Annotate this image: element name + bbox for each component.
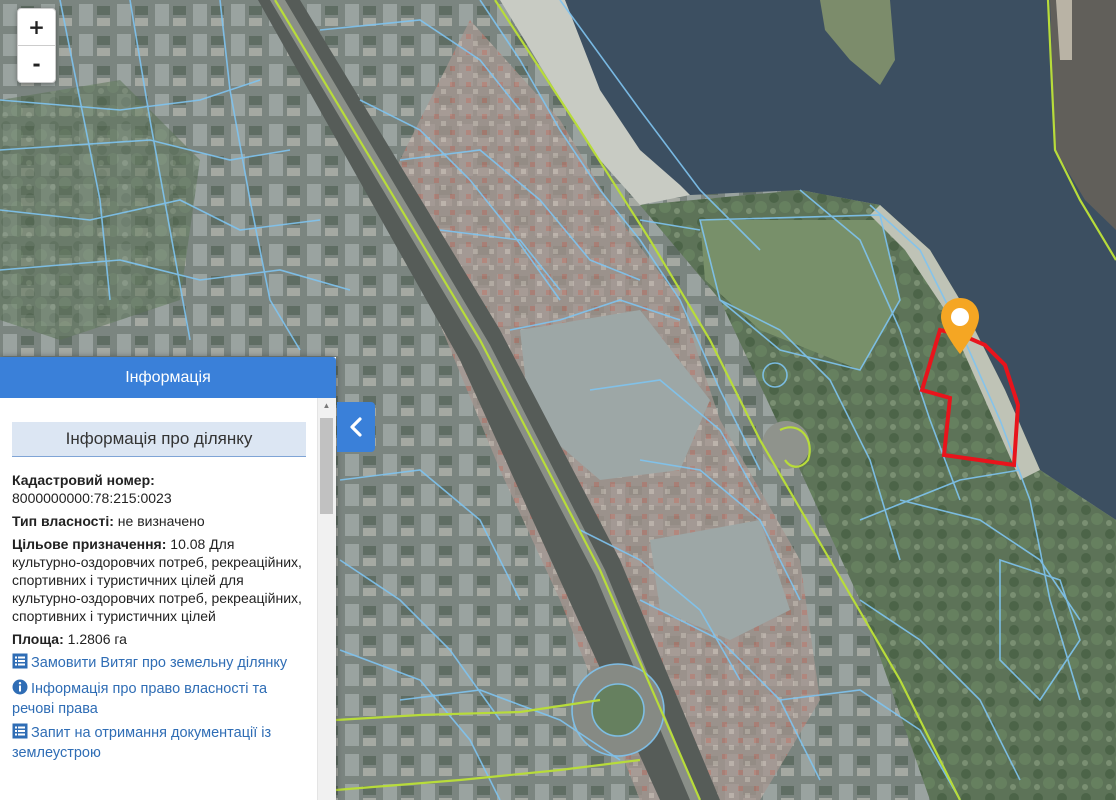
list-icon (12, 723, 28, 744)
purpose-row: Цільове призначення: 10.08 Для культурно… (12, 535, 306, 625)
cadastral-number-value: 8000000000:78:215:0023 (12, 490, 172, 506)
ownership-type-label: Тип власності: (12, 513, 114, 529)
documentation-request-link[interactable]: Запит на отримання документації із земле… (12, 723, 306, 762)
info-panel-header: Інформація (0, 357, 336, 398)
cadastral-number-row: Кадастровий номер: 8000000000:78:215:002… (12, 471, 306, 507)
area-row: Площа: 1.2806 га (12, 630, 306, 648)
zoom-control: + - (17, 8, 56, 83)
documentation-request-link-label: Запит на отримання документації із земле… (12, 725, 272, 761)
list-icon (12, 653, 28, 674)
info-panel: Інформація Інформація про ділянку Кадаст… (0, 357, 336, 800)
order-extract-link-label: Замовити Витяг про земельну ділянку (31, 655, 288, 671)
area-value: 1.2806 га (63, 631, 127, 647)
zoom-in-button[interactable]: + (18, 9, 55, 45)
chevron-left-icon (349, 417, 363, 437)
parcel-section-title: Інформація про ділянку (12, 422, 306, 457)
ownership-rights-link[interactable]: Інформація про право власності та речові… (12, 679, 306, 718)
ownership-type-value: не визначено (113, 513, 205, 529)
cadastral-number-label: Кадастровий номер: (12, 472, 155, 488)
order-extract-link[interactable]: Замовити Витяг про земельну ділянку (12, 653, 306, 674)
ownership-rights-link-label: Інформація про право власності та речові… (12, 681, 268, 717)
info-icon (12, 679, 28, 700)
scroll-up-icon[interactable]: ▲ (318, 398, 335, 414)
zoom-out-button[interactable]: - (18, 45, 55, 82)
collapse-panel-button[interactable] (337, 402, 375, 452)
info-panel-scrollbar[interactable]: ▲ (317, 398, 336, 800)
purpose-label: Цільове призначення: (12, 536, 167, 552)
info-panel-body: Інформація про ділянку Кадастровий номер… (0, 398, 318, 800)
ownership-type-row: Тип власності: не визначено (12, 512, 306, 530)
scroll-thumb[interactable] (320, 418, 333, 514)
location-marker-icon[interactable] (939, 296, 981, 356)
area-label: Площа: (12, 631, 64, 647)
